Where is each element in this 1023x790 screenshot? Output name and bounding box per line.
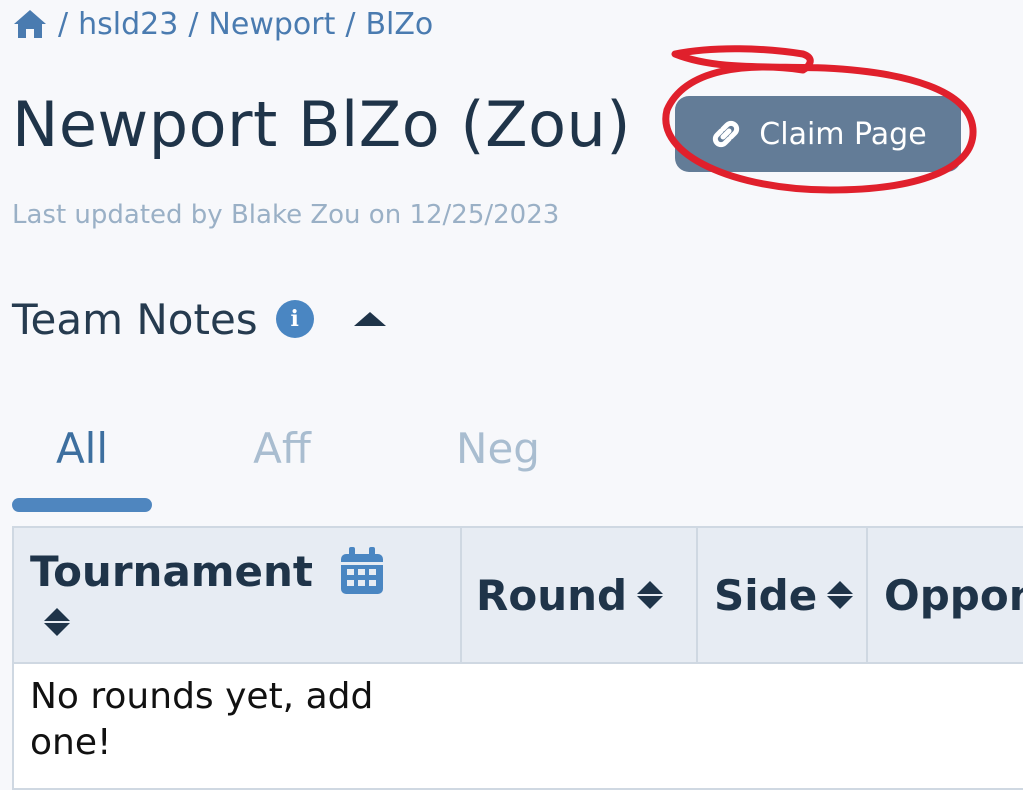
column-tournament-label: Tournament bbox=[30, 546, 314, 596]
column-opponent-label: Oppon bbox=[884, 570, 1023, 620]
breadcrumb-item-newport[interactable]: Newport bbox=[208, 7, 335, 42]
team-notes-header: Team Notes i bbox=[12, 292, 386, 346]
active-tab-indicator bbox=[12, 498, 152, 512]
column-opponent[interactable]: Oppon bbox=[868, 528, 1023, 662]
tab-aff[interactable]: Aff bbox=[212, 420, 352, 476]
breadcrumb-separator: / bbox=[345, 6, 356, 42]
table-header: Tournament Round Side Oppo bbox=[14, 528, 1023, 664]
tab-neg[interactable]: Neg bbox=[428, 420, 568, 476]
breadcrumb-item-hsld23[interactable]: hsld23 bbox=[78, 7, 178, 42]
sort-icon[interactable] bbox=[44, 608, 70, 636]
claim-page-label: Claim Page bbox=[759, 116, 927, 152]
last-updated-text: Last updated by Blake Zou on 12/25/2023 bbox=[12, 200, 560, 230]
empty-table-message: No rounds yet, add one! bbox=[30, 676, 374, 763]
page-title: Newport BlZo (Zou) bbox=[12, 88, 631, 161]
breadcrumb-item-blzo[interactable]: BlZo bbox=[365, 7, 433, 42]
breadcrumb-separator: / bbox=[188, 6, 199, 42]
column-round[interactable]: Round bbox=[460, 528, 698, 662]
team-notes-title: Team Notes bbox=[12, 294, 258, 344]
column-tournament[interactable]: Tournament bbox=[14, 528, 462, 662]
column-round-label: Round bbox=[476, 570, 628, 620]
caret-up-icon[interactable] bbox=[353, 312, 386, 326]
tab-all[interactable]: All bbox=[12, 420, 152, 476]
column-side[interactable]: Side bbox=[698, 528, 868, 662]
column-side-label: Side bbox=[714, 570, 818, 620]
breadcrumb: / hsld23 / Newport / BlZo bbox=[12, 4, 433, 44]
sort-icon[interactable] bbox=[637, 581, 664, 609]
sort-icon[interactable] bbox=[827, 581, 854, 609]
claim-page-button[interactable]: Claim Page bbox=[675, 96, 961, 172]
breadcrumb-separator: / bbox=[58, 6, 69, 42]
info-icon[interactable]: i bbox=[275, 300, 314, 338]
rounds-table: Tournament Round Side Oppo No rounds yet… bbox=[12, 526, 1023, 790]
home-icon[interactable] bbox=[12, 8, 48, 40]
link-icon bbox=[713, 120, 740, 148]
calendar-icon[interactable] bbox=[339, 546, 385, 596]
